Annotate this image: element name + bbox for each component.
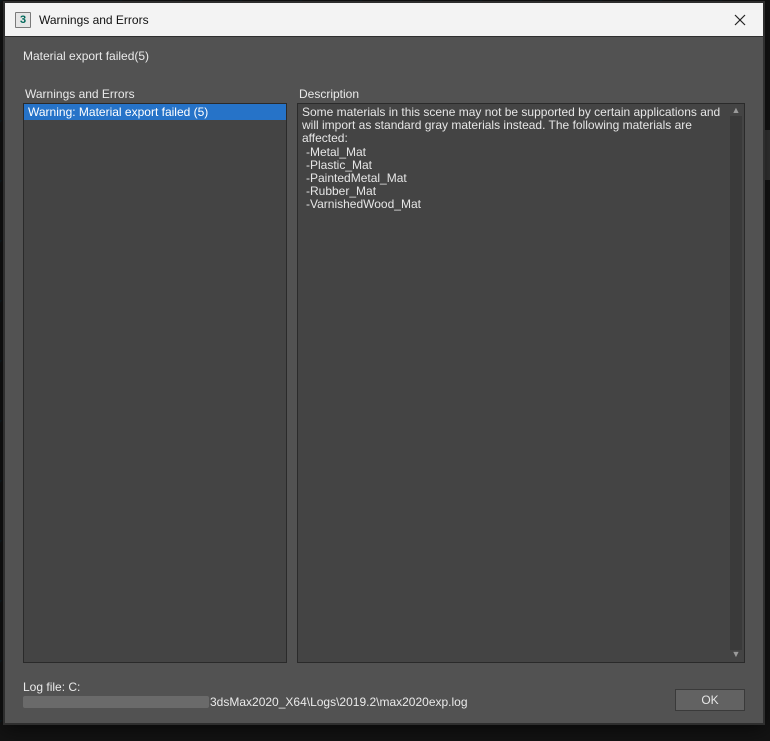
warnings-errors-dialog: 3 Warnings and Errors Material export fa… bbox=[4, 2, 764, 724]
warnings-pane: Warnings and Errors Warning: Material ex… bbox=[23, 87, 287, 663]
dialog-subtitle: Material export failed(5) bbox=[23, 49, 745, 63]
scroll-track[interactable] bbox=[730, 116, 742, 650]
titlebar: 3 Warnings and Errors bbox=[5, 3, 763, 37]
warnings-list-item[interactable]: Warning: Material export failed (5) bbox=[24, 104, 286, 120]
close-button[interactable] bbox=[717, 3, 763, 37]
panes: Warnings and Errors Warning: Material ex… bbox=[23, 87, 745, 663]
log-file-label: Log file: C: bbox=[23, 680, 675, 694]
app-icon: 3 bbox=[15, 12, 31, 28]
dialog-body: Material export failed(5) Warnings and E… bbox=[5, 37, 763, 723]
description-intro: Some materials in this scene may not be … bbox=[302, 106, 728, 146]
close-icon bbox=[734, 14, 746, 26]
log-file-path: 3dsMax2020_X64\Logs\2019.2\max2020exp.lo… bbox=[23, 695, 675, 709]
affected-material-item: -Metal_Mat bbox=[302, 146, 728, 159]
log-path-tail: 3dsMax2020_X64\Logs\2019.2\max2020exp.lo… bbox=[210, 695, 468, 709]
description-scrollbar[interactable]: ▲ ▼ bbox=[730, 106, 742, 660]
description-pane-label: Description bbox=[297, 87, 745, 101]
description-pane: Description Some materials in this scene… bbox=[297, 87, 745, 663]
dialog-footer: Log file: C: 3dsMax2020_X64\Logs\2019.2\… bbox=[23, 677, 745, 711]
log-path-redacted-segment bbox=[23, 696, 209, 708]
scroll-down-icon[interactable]: ▼ bbox=[730, 650, 742, 660]
ok-button[interactable]: OK bbox=[675, 689, 745, 711]
affected-materials-list: -Metal_Mat-Plastic_Mat-PaintedMetal_Mat-… bbox=[302, 146, 728, 212]
warnings-pane-label: Warnings and Errors bbox=[23, 87, 287, 101]
log-area: Log file: C: 3dsMax2020_X64\Logs\2019.2\… bbox=[23, 680, 675, 709]
window-title: Warnings and Errors bbox=[39, 13, 149, 27]
affected-material-item: -Plastic_Mat bbox=[302, 159, 728, 172]
affected-material-item: -VarnishedWood_Mat bbox=[302, 198, 728, 211]
warnings-listbox[interactable]: Warning: Material export failed (5) bbox=[23, 103, 287, 663]
description-box[interactable]: Some materials in this scene may not be … bbox=[297, 103, 745, 663]
scroll-up-icon[interactable]: ▲ bbox=[730, 106, 742, 116]
